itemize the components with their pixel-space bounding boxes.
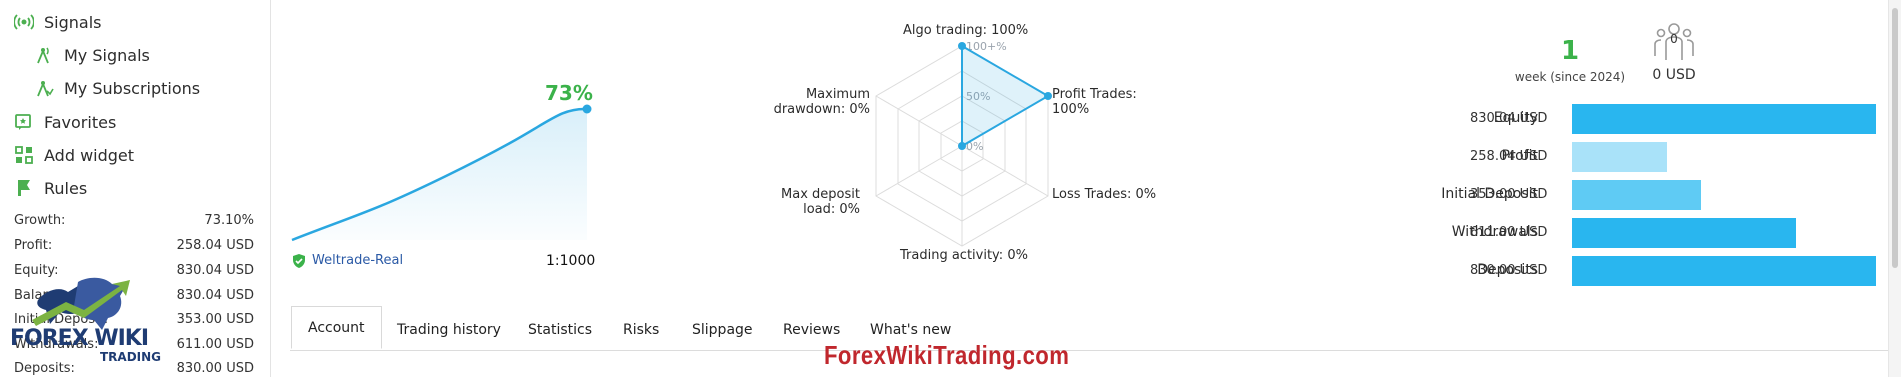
sidebar-item-my-subscriptions[interactable]: My Subscriptions	[34, 78, 200, 98]
bar-value: 611.00 USD	[1470, 225, 1548, 240]
sidebar-item-label: Rules	[44, 178, 88, 198]
sidebar-item-my-signals[interactable]: My Signals	[34, 45, 150, 65]
signal-icon	[14, 14, 34, 30]
sidebar-item-label: Add widget	[44, 145, 135, 165]
favorite-icon	[15, 114, 31, 130]
tab-account[interactable]: Account	[291, 306, 382, 349]
radar-label-algo-trading: Algo trading: 100%	[903, 23, 1029, 38]
tab-statistics[interactable]: Statistics	[528, 322, 592, 338]
signal-antenna-icon	[37, 47, 49, 64]
logo-text: FOREX WIKI	[10, 326, 149, 351]
broker-name: Weltrade-Real	[312, 253, 404, 268]
watermark-text: ForexWikiTrading.com	[824, 340, 1070, 370]
bar-value: 830.04 USD	[1470, 111, 1548, 126]
weeks-label: week (since 2024)	[1514, 70, 1626, 84]
bar	[1572, 104, 1876, 134]
tab-trading-history[interactable]: Trading history	[397, 322, 501, 338]
bar-value: 353.00 USD	[1470, 187, 1548, 202]
sidebar-item-favorites[interactable]: Favorites	[14, 112, 116, 132]
subscription-price: 0 USD	[1652, 67, 1696, 83]
sidebar-item-label: My Signals	[64, 45, 150, 65]
sidebar: Signals My Signals My Subscriptions Favo…	[0, 0, 271, 377]
verified-shield-icon	[293, 253, 305, 268]
radar-point-algo	[958, 42, 966, 50]
bar	[1572, 142, 1667, 172]
scrollbar-track[interactable]	[1888, 0, 1901, 377]
radar-label-max-drawdown: Maximum drawdown: 0%	[773, 87, 870, 117]
flag-icon	[18, 180, 30, 196]
scrollbar-thumb[interactable]	[1892, 8, 1898, 268]
growth-area	[292, 108, 587, 240]
bar-value: 830.00 USD	[1470, 263, 1548, 278]
tab-slippage[interactable]: Slippage	[692, 322, 753, 338]
sidebar-item-label: Signals	[44, 12, 102, 32]
sidebar-item-signals[interactable]: Signals	[14, 12, 101, 32]
bar	[1572, 218, 1796, 248]
tab-whats-new[interactable]: What's new	[870, 322, 951, 338]
bar	[1572, 180, 1701, 210]
broker-link[interactable]: Weltrade-Real	[292, 253, 403, 268]
radar-label-profit-trades: Profit Trades: 100%	[1052, 87, 1137, 117]
radar-point-profit	[1044, 92, 1052, 100]
growth-endpoint	[582, 104, 592, 114]
subscription-antenna-icon	[37, 81, 54, 97]
growth-chart-svg	[291, 104, 592, 242]
forex-wiki-logo: FOREX WIKI TRADING	[8, 262, 161, 367]
tabs-divider	[290, 350, 1901, 351]
sidebar-item-label: Favorites	[44, 112, 117, 132]
bar-value: 258.04 USD	[1470, 149, 1548, 164]
radar-label-max-deposit-load: Max deposit load: 0%	[781, 187, 860, 217]
radar-chart: 100+% 50% 0%	[875, 40, 1052, 247]
tab-risks[interactable]: Risks	[623, 322, 659, 338]
radar-label-loss-trades: Loss Trades: 0%	[1052, 187, 1157, 202]
sidebar-item-label: My Subscriptions	[64, 78, 201, 98]
widget-icon	[15, 146, 33, 164]
leverage: 1:1000	[546, 253, 596, 269]
subscribers-count: 0	[1670, 32, 1678, 46]
tab-reviews[interactable]: Reviews	[783, 322, 840, 338]
growth-chart: 73%	[290, 75, 600, 275]
radar-label-trading-activity: Trading activity: 0%	[900, 248, 1028, 263]
sidebar-item-rules[interactable]: Rules	[14, 178, 87, 198]
sidebar-item-add-widget[interactable]: Add widget	[14, 145, 134, 165]
bar	[1572, 256, 1876, 286]
radar-point-center	[958, 142, 966, 150]
logo-subtext: TRADING	[100, 350, 162, 364]
subscribers-block: 0	[1652, 22, 1696, 64]
weeks-count: 1	[1560, 36, 1580, 66]
